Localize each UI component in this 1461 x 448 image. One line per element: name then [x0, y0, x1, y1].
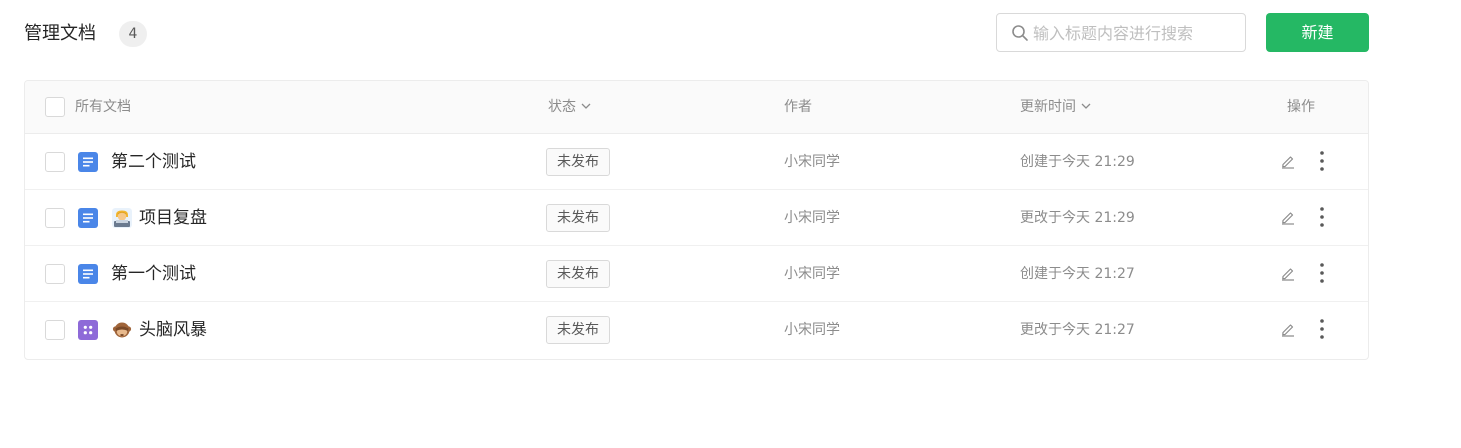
author-name: 小宋同学 — [784, 210, 840, 226]
more-vertical-icon[interactable] — [1315, 318, 1329, 340]
author-name: 小宋同学 — [784, 154, 840, 170]
more-vertical-icon[interactable] — [1315, 262, 1329, 284]
column-header-name: 所有文档 — [75, 99, 131, 115]
updated-time: 更改于今天 21:27 — [1020, 322, 1135, 338]
search-box[interactable] — [996, 13, 1246, 52]
column-header-updated-label: 更新时间 — [1020, 99, 1076, 115]
chevron-down-icon — [581, 103, 591, 109]
pencil-icon[interactable] — [1280, 321, 1296, 337]
table-row[interactable]: 第一个测试 未发布 小宋同学 创建于今天 21:27 — [25, 246, 1368, 302]
author-name: 小宋同学 — [784, 322, 840, 338]
page-header: 管理文档 4 新建 — [0, 0, 1461, 70]
pencil-icon[interactable] — [1280, 209, 1296, 225]
status-badge: 未发布 — [546, 316, 610, 344]
author-name: 小宋同学 — [784, 266, 840, 282]
search-input[interactable] — [1033, 21, 1238, 45]
table-row[interactable]: 项目复盘 未发布 小宋同学 更改于今天 21:29 — [25, 190, 1368, 246]
updated-time: 创建于今天 21:27 — [1020, 266, 1135, 282]
board-icon — [78, 320, 98, 340]
updated-time: 创建于今天 21:29 — [1020, 154, 1135, 170]
table-header: 所有文档 状态 作者 更新时间 操作 — [25, 81, 1368, 134]
search-icon — [1012, 25, 1028, 41]
column-header-author: 作者 — [784, 99, 812, 115]
see-no-evil-monkey-emoji-icon — [112, 322, 132, 338]
document-icon — [78, 264, 98, 284]
column-header-status-label: 状态 — [548, 99, 576, 115]
document-icon — [78, 152, 98, 172]
table-row[interactable]: 头脑风暴 未发布 小宋同学 更改于今天 21:27 — [25, 302, 1368, 358]
row-checkbox[interactable] — [45, 152, 65, 172]
documents-table: 所有文档 状态 作者 更新时间 操作 第二个测试 未发布 小宋同学 创建于今天 … — [24, 80, 1369, 360]
more-vertical-icon[interactable] — [1315, 206, 1329, 228]
new-document-button[interactable]: 新建 — [1266, 13, 1369, 52]
column-header-status[interactable]: 状态 — [548, 81, 592, 134]
document-title[interactable]: 头脑风暴 — [139, 318, 207, 342]
pencil-icon[interactable] — [1280, 265, 1296, 281]
more-vertical-icon[interactable] — [1315, 150, 1329, 172]
status-badge: 未发布 — [546, 260, 610, 288]
document-title[interactable]: 第一个测试 — [111, 262, 196, 286]
table-row[interactable]: 第二个测试 未发布 小宋同学 创建于今天 21:29 — [25, 134, 1368, 190]
row-checkbox[interactable] — [45, 264, 65, 284]
updated-time: 更改于今天 21:29 — [1020, 210, 1135, 226]
select-all-checkbox[interactable] — [45, 97, 65, 117]
status-badge: 未发布 — [546, 148, 610, 176]
document-icon — [78, 208, 98, 228]
status-badge: 未发布 — [546, 204, 610, 232]
row-checkbox[interactable] — [45, 320, 65, 340]
page-title: 管理文档 — [24, 23, 96, 44]
row-checkbox[interactable] — [45, 208, 65, 228]
pencil-icon[interactable] — [1280, 153, 1296, 169]
document-count-badge: 4 — [119, 21, 147, 47]
column-header-actions: 操作 — [1287, 99, 1315, 115]
chevron-down-icon — [1081, 103, 1091, 109]
document-title[interactable]: 项目复盘 — [139, 206, 207, 230]
column-header-updated[interactable]: 更新时间 — [1020, 81, 1092, 134]
technologist-emoji-icon — [112, 208, 132, 228]
document-title[interactable]: 第二个测试 — [111, 150, 196, 174]
